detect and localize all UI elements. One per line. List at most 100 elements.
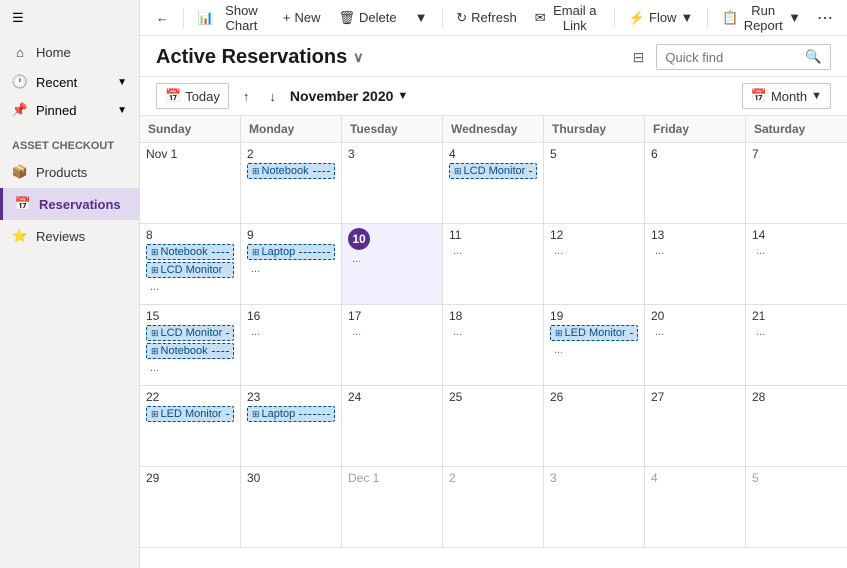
sidebar-item-reviews[interactable]: ⭐ Reviews [0,220,139,252]
delete-button[interactable]: 🗑 Delete [331,6,405,30]
calendar-cell[interactable]: Dec 1 [342,467,443,547]
more-events-dots[interactable]: ... [146,280,234,294]
calendar-cell[interactable]: 22⊞LED Monitor [140,386,241,466]
calendar-event[interactable]: ⊞LED Monitor [550,325,638,341]
calendar-cell[interactable]: 16... [241,305,342,385]
event-label: LCD Monitor [464,165,526,177]
calendar-event[interactable]: ⊞LCD Monitor [146,325,234,341]
day-number: 13 [651,228,739,242]
more-events-dots[interactable]: ... [247,262,335,276]
refresh-button[interactable]: ↻ Refresh [448,6,524,30]
calendar-cell[interactable]: 25 [443,386,544,466]
more-events-dots[interactable]: ... [550,343,638,357]
calendar-cell[interactable]: 13... [645,224,746,304]
more-events-dots[interactable]: ... [146,361,234,375]
day-header-thursday: Thursday [544,116,645,142]
filter-icon[interactable]: ⊟ [629,45,649,70]
event-label: Notebook [161,345,208,357]
more-events-dots[interactable]: ... [651,244,739,258]
view-selector[interactable]: 📅 Month ▼ [742,83,831,109]
page-title-text: Active Reservations [156,46,347,69]
day-number: Dec 1 [348,471,436,485]
calendar-cell[interactable]: 20... [645,305,746,385]
calendar-cell[interactable]: 2⊞Notebook [241,143,342,223]
toolbar-divider-3 [614,8,615,28]
calendar-cell[interactable]: 23 ⊞Laptop [241,386,342,466]
calendar-cell[interactable]: 4 [645,467,746,547]
sidebar-item-reviews-label: Reviews [36,229,85,244]
quick-find-input[interactable] [657,46,797,69]
calendar-cell[interactable]: 29 [140,467,241,547]
calendar-cell[interactable]: 21... [746,305,847,385]
calendar-cell[interactable]: 18... [443,305,544,385]
calendar-cell[interactable]: 9⊞Laptop... [241,224,342,304]
calendar-cell[interactable]: 4⊞LCD Monitor [443,143,544,223]
more-events-dots[interactable]: ... [550,244,638,258]
calendar-cell[interactable]: 7 [746,143,847,223]
email-link-label: Email a Link [550,3,600,33]
calendar-event[interactable]: ⊞Laptop [247,244,335,260]
nav-bar: 📅 Today ↑ ↓ November 2020 ▼ 📅 Month ▼ [140,77,847,116]
quick-find-button[interactable]: 🔍 [797,45,830,69]
more-events-dots[interactable]: ... [449,244,537,258]
day-number: 20 [651,309,739,323]
calendar-cell[interactable]: 8⊞Notebook⊞LCD Monitor... [140,224,241,304]
run-report-button[interactable]: 📋 Run Report ▼ [714,0,809,37]
next-month-button[interactable]: ↓ [263,85,282,108]
more-events-dots[interactable]: ... [247,325,335,339]
sidebar-item-reservations[interactable]: 📅 Reservations [0,188,139,220]
sidebar-item-recent[interactable]: 🕐 Recent ▼ [0,68,139,96]
more-events-dots[interactable]: ... [752,325,841,339]
sidebar-item-products[interactable]: 📦 Products [0,156,139,188]
calendar-cell[interactable]: 3 [342,143,443,223]
sidebar-item-home[interactable]: ⌂ Home [0,36,139,68]
calendar-event[interactable]: ⊞Laptop [247,406,335,422]
page-title[interactable]: Active Reservations ∨ [156,46,363,69]
calendar-event[interactable]: ⊞Notebook [247,163,335,179]
calendar-cell[interactable]: 3 [544,467,645,547]
calendar-cell[interactable]: 5 [544,143,645,223]
calendar-cell[interactable]: 19⊞LED Monitor... [544,305,645,385]
calendar-cell[interactable]: 15⊞LCD Monitor⊞Notebook... [140,305,241,385]
email-link-button[interactable]: ✉ Email a Link [527,0,608,37]
calendar-cell[interactable]: 12... [544,224,645,304]
sidebar-item-pinned[interactable]: 📌 Pinned ▼ [0,96,139,124]
calendar-cell[interactable]: 5 [746,467,847,547]
view-label: Month [771,89,807,104]
delete-dropdown[interactable]: ▼ [407,6,436,29]
calendar-cell[interactable]: Nov 1 [140,143,241,223]
more-events-dots[interactable]: ... [752,244,841,258]
calendar-cell[interactable]: 27 [645,386,746,466]
calendar-cell[interactable]: 11... [443,224,544,304]
hamburger-menu[interactable]: ☰ [0,0,139,36]
calendar-cell[interactable]: 14... [746,224,847,304]
more-events-dots[interactable]: ... [651,325,739,339]
more-options-button[interactable]: ⋯ [811,4,839,32]
calendar-cell[interactable]: 10... [342,224,443,304]
calendar-event[interactable]: ⊞LCD Monitor [449,163,537,179]
more-events-dots[interactable]: ... [449,325,537,339]
day-number: 23 [247,390,335,404]
more-events-dots[interactable]: ... [348,325,436,339]
calendar-cell[interactable]: 17... [342,305,443,385]
calendar-event[interactable]: ⊞Notebook [146,343,234,359]
calendar-cell[interactable]: 30 [241,467,342,547]
show-chart-button[interactable]: 📊 Show Chart [190,0,273,37]
calendar-event[interactable]: ⊞Notebook [146,244,234,260]
more-events-dots[interactable]: ... [348,252,436,266]
new-button[interactable]: + New [275,6,329,29]
calendar-event[interactable]: ⊞LCD Monitor [146,262,234,278]
day-number: 14 [752,228,841,242]
calendar-event[interactable]: ⊞LED Monitor [146,406,234,422]
calendar-cell[interactable]: 28 [746,386,847,466]
back-icon: ← [156,10,169,25]
calendar-cell[interactable]: 2 [443,467,544,547]
flow-button[interactable]: ⚡ Flow ▼ [621,6,702,30]
prev-month-button[interactable]: ↑ [237,85,256,108]
back-button[interactable]: ← [148,6,177,29]
calendar-cell[interactable]: 6 [645,143,746,223]
calendar-cell[interactable]: 26 [544,386,645,466]
calendar-cell[interactable]: 24 [342,386,443,466]
month-selector[interactable]: November 2020 ▼ [290,88,408,104]
today-button[interactable]: 📅 Today [156,83,229,109]
